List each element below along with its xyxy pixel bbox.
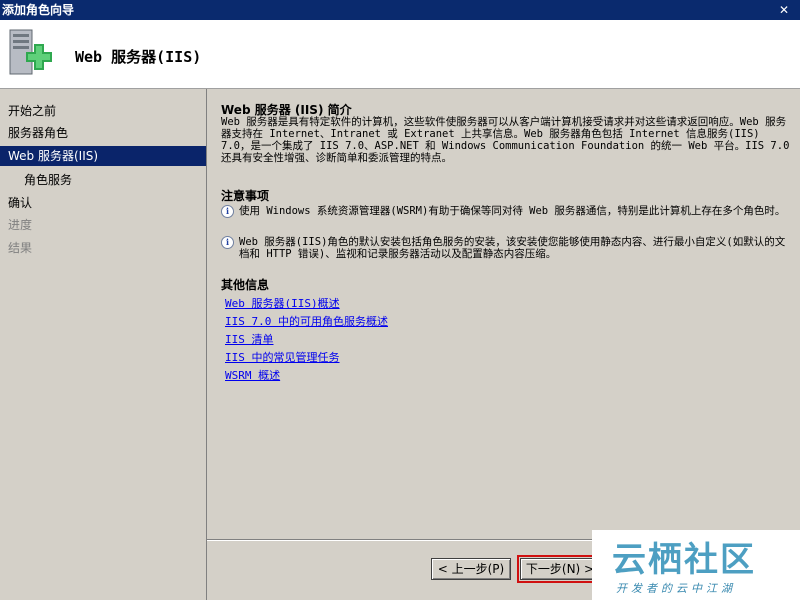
link-iis7-role-services-overview[interactable]: IIS 7.0 中的可用角色服务概述 [225, 313, 388, 329]
watermark-brand: 云栖社区 [612, 540, 756, 580]
nav-item-role-services[interactable]: 角色服务 [0, 170, 206, 190]
page-title: Web 服务器(IIS) [75, 48, 202, 66]
server-add-icon [9, 29, 52, 75]
link-iis-checklist[interactable]: IIS 清单 [225, 331, 274, 347]
more-info-heading: 其他信息 [221, 278, 270, 292]
link-wsrm-overview[interactable]: WSRM 概述 [225, 367, 280, 383]
note-text: 使用 Windows 系统资源管理器(WSRM)有助于确保等同对待 Web 服务… [239, 205, 786, 217]
wizard-header: Web 服务器(IIS) [0, 20, 800, 89]
info-icon: i [221, 205, 234, 218]
next-button[interactable]: 下一步(N) > [517, 555, 603, 583]
note-text: Web 服务器(IIS)角色的默认安装包括角色服务的安装，该安装使您能够使用静态… [239, 236, 786, 260]
link-web-server-overview[interactable]: Web 服务器(IIS)概述 [225, 295, 340, 311]
watermark-tagline: 开发者的云中江湖 [616, 582, 736, 595]
nav-item-confirmation[interactable]: 确认 [0, 193, 206, 213]
back-button[interactable]: < 上一步(P) [431, 558, 511, 580]
notes-heading: 注意事项 [221, 189, 270, 203]
nav-item-before-you-begin[interactable]: 开始之前 [0, 101, 206, 121]
title-bar: 添加角色向导 ✕ [0, 0, 800, 20]
nav-item-results: 结果 [8, 241, 33, 255]
info-icon: i [221, 236, 234, 249]
intro-paragraph: Web 服务器是具有特定软件的计算机，这些软件使服务器可以从客户端计算机接受请求… [221, 116, 790, 164]
content-pane: Web 服务器 (IIS) 简介 Web 服务器是具有特定软件的计算机，这些软件… [207, 89, 800, 539]
close-icon[interactable]: ✕ [776, 2, 792, 18]
nav-item-progress: 进度 [8, 218, 33, 232]
nav-item-server-roles[interactable]: 服务器角色 [0, 123, 206, 143]
window-title: 添加角色向导 [2, 3, 75, 17]
nav-item-web-server[interactable]: Web 服务器(IIS) [0, 146, 206, 166]
watermark-logo: 云栖社区 开发者的云中江湖 [592, 530, 800, 600]
link-iis-common-tasks[interactable]: IIS 中的常见管理任务 [225, 349, 340, 365]
wizard-steps-nav: 开始之前 服务器角色 Web 服务器(IIS) 角色服务 确认 进度 结果 [0, 89, 207, 600]
